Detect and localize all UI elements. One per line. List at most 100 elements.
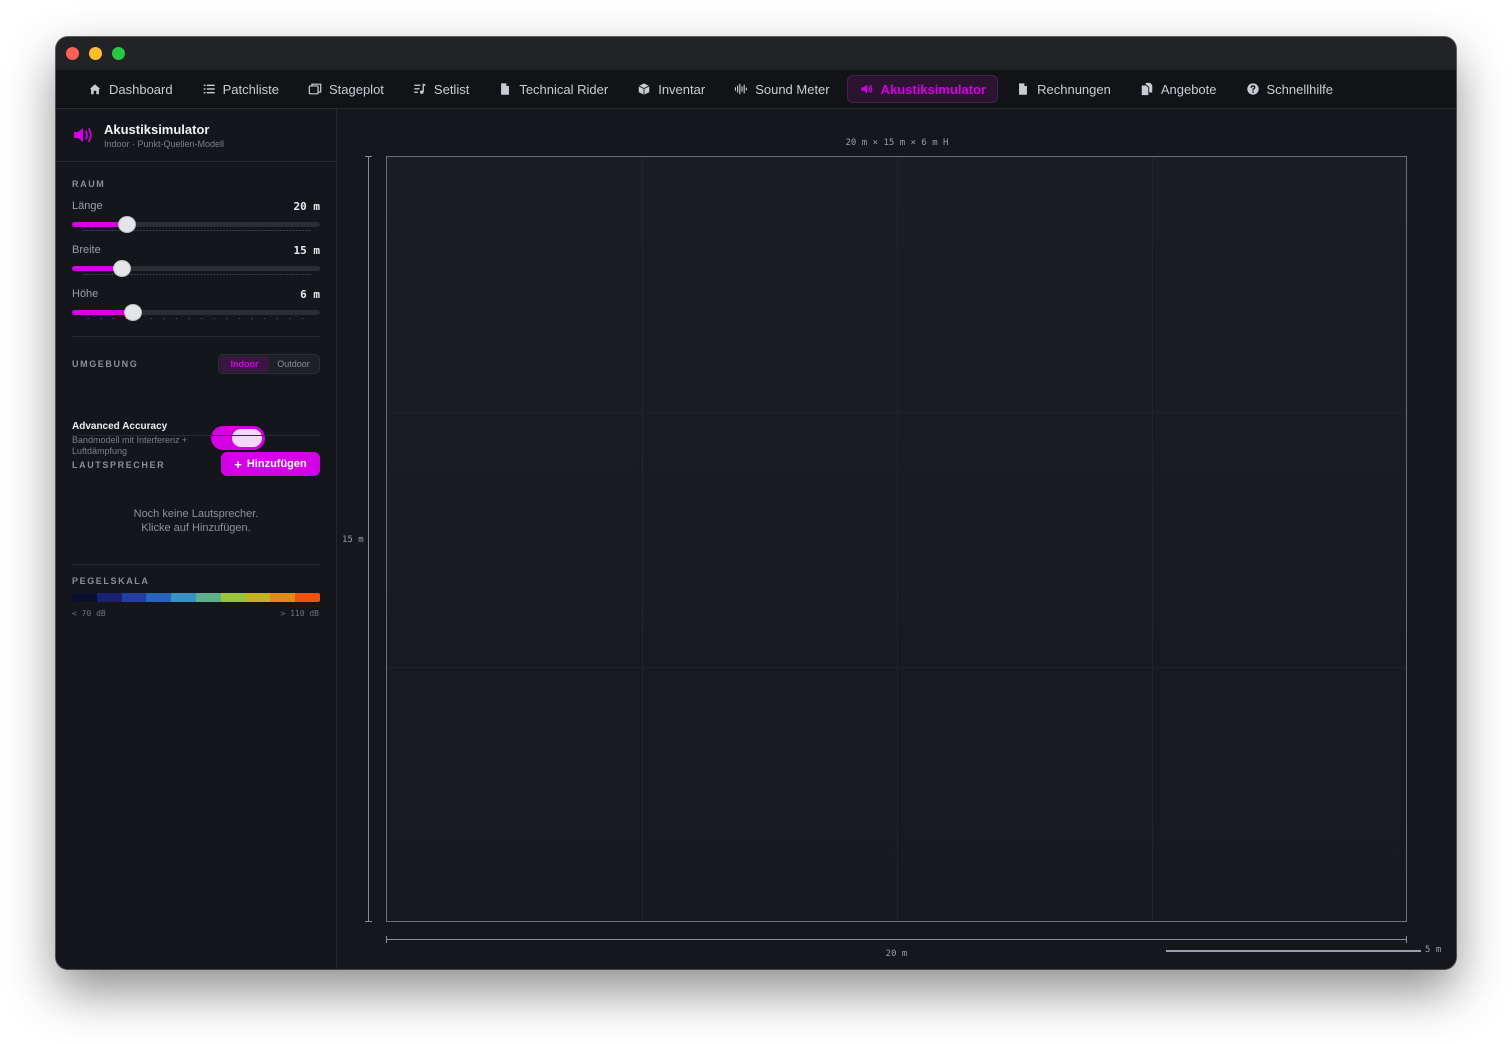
- height-slider-ticks: [82, 318, 312, 319]
- nav-dashboard[interactable]: Dashboard: [76, 75, 184, 103]
- level-color-scale: [72, 593, 320, 602]
- nav-akustiksimulator-label: Akustiksimulator: [880, 81, 987, 97]
- scale-max-label: > 110 dB: [280, 609, 319, 618]
- document-icon: [497, 81, 513, 97]
- scale-color-step: [72, 593, 97, 602]
- nav-technical-rider-label: Technical Rider: [519, 81, 609, 97]
- nav-schnellhilfe-label: Schnellhilfe: [1266, 81, 1334, 97]
- sidebar-title: Akustiksimulator: [104, 122, 210, 137]
- plus-icon: +: [234, 456, 242, 472]
- speakers-section-label: LAUTSPRECHER: [72, 460, 166, 470]
- nav-schnellhilfe[interactable]: Schnellhilfe: [1234, 75, 1345, 103]
- divider: [72, 564, 320, 565]
- grid-line: [897, 157, 898, 921]
- width-dimension-line: [386, 936, 1407, 943]
- length-slider[interactable]: [72, 216, 320, 233]
- box-icon: [636, 81, 652, 97]
- length-slider-ticks: [82, 230, 312, 231]
- divider: [72, 435, 320, 436]
- nav-akustiksimulator[interactable]: Akustiksimulator: [846, 75, 999, 103]
- nav-patchliste[interactable]: Patchliste: [190, 75, 290, 103]
- room-dimensions-label: 20 m × 15 m × 6 m H: [845, 138, 949, 148]
- environment-section-label: UMGEBUNG: [72, 359, 139, 369]
- nav-setlist-label: Setlist: [433, 81, 470, 97]
- advanced-accuracy-title: Advanced Accuracy: [72, 421, 168, 432]
- height-label: Höhe: [72, 288, 99, 300]
- minimize-window-button[interactable]: [89, 47, 102, 60]
- simulation-canvas[interactable]: 20 m × 15 m × 6 m H 15 m 20 m 5 m: [338, 109, 1456, 969]
- grid-line: [387, 412, 1406, 413]
- length-label: Länge: [72, 200, 103, 212]
- nav-rechnungen-label: Rechnungen: [1037, 81, 1111, 97]
- height-dimension-label: 15 m: [342, 535, 364, 545]
- nav-angebote-label: Angebote: [1160, 81, 1217, 97]
- scale-color-step: [171, 593, 196, 602]
- length-value: 20 m: [293, 200, 321, 213]
- nav-inventar-label: Inventar: [658, 81, 706, 97]
- environment-segmented-control: Indoor Outdoor: [218, 354, 320, 374]
- grid-line: [1152, 157, 1153, 921]
- document-icon: [1015, 81, 1031, 97]
- scale-reference-label: 5 m: [1425, 945, 1442, 955]
- scale-color-step: [146, 593, 172, 602]
- sidebar-subtitle: Indoor · Punkt-Quellen-Modell: [104, 139, 225, 149]
- title-bar: [56, 37, 1456, 70]
- sidebar-header: Akustiksimulator Indoor · Punkt-Quellen-…: [56, 109, 336, 162]
- waveform-icon: [733, 81, 749, 97]
- add-speaker-button[interactable]: + Hinzufügen: [221, 452, 320, 476]
- nav-dashboard-label: Dashboard: [109, 81, 173, 97]
- speaker-icon: [859, 81, 875, 97]
- main-nav: Dashboard Patchliste Stageplot Setlist T…: [56, 70, 1456, 109]
- layers-icon: [307, 81, 323, 97]
- app-window: Dashboard Patchliste Stageplot Setlist T…: [56, 37, 1456, 969]
- empty-state-line-1: Noch keine Lautsprecher.: [133, 508, 259, 520]
- scale-color-step: [245, 593, 271, 602]
- width-value: 15 m: [293, 244, 321, 257]
- indoor-option[interactable]: Indoor: [220, 356, 269, 372]
- home-icon: [87, 81, 103, 97]
- nav-sound-meter[interactable]: Sound Meter: [722, 75, 840, 103]
- list-icon: [201, 81, 217, 97]
- height-slider-thumb[interactable]: [124, 304, 142, 321]
- scale-reference-bar: [1166, 950, 1421, 952]
- nav-angebote[interactable]: Angebote: [1128, 75, 1228, 103]
- width-label: Breite: [72, 244, 101, 256]
- nav-setlist[interactable]: Setlist: [401, 75, 480, 103]
- toggle-knob: [232, 429, 262, 447]
- scale-color-step: [195, 593, 221, 602]
- nav-rechnungen[interactable]: Rechnungen: [1004, 75, 1122, 103]
- zoom-window-button[interactable]: [112, 47, 125, 60]
- music-list-icon: [412, 81, 428, 97]
- documents-icon: [1139, 81, 1155, 97]
- speaker-icon: [73, 126, 95, 149]
- width-slider-thumb[interactable]: [113, 260, 131, 277]
- empty-state-line-2: Klicke auf Hinzufügen.: [141, 522, 251, 534]
- advanced-accuracy-toggle[interactable]: [211, 426, 265, 450]
- room-floor-plan[interactable]: [386, 156, 1407, 922]
- advanced-accuracy-description: Bandmodell mit Interferenz + Luftdämpfun…: [72, 435, 188, 456]
- grid-line: [642, 157, 643, 921]
- height-dimension-line: [365, 156, 372, 922]
- close-window-button[interactable]: [66, 47, 79, 60]
- level-scale-section-label: PEGELSKALA: [72, 576, 150, 586]
- height-value: 6 m: [300, 288, 320, 301]
- width-slider[interactable]: [72, 260, 320, 277]
- grid-line: [387, 667, 1406, 668]
- length-slider-thumb[interactable]: [118, 216, 136, 233]
- sidebar: Akustiksimulator Indoor · Punkt-Quellen-…: [56, 109, 337, 969]
- nav-stageplot-label: Stageplot: [328, 81, 384, 97]
- scale-color-step: [270, 593, 296, 602]
- nav-technical-rider[interactable]: Technical Rider: [486, 75, 619, 103]
- scale-color-step: [220, 593, 246, 602]
- scale-min-label: < 70 dB: [72, 609, 106, 618]
- height-slider[interactable]: [72, 304, 320, 321]
- nav-inventar[interactable]: Inventar: [625, 75, 716, 103]
- scale-color-step: [295, 593, 320, 602]
- scale-color-step: [96, 593, 122, 602]
- room-section-label: RAUM: [72, 179, 106, 189]
- nav-stageplot[interactable]: Stageplot: [296, 75, 395, 103]
- divider: [72, 336, 320, 337]
- outdoor-option[interactable]: Outdoor: [269, 356, 318, 372]
- add-speaker-label: Hinzufügen: [246, 458, 307, 470]
- speakers-empty-state: Noch keine Lautsprecher. Klicke auf Hinz…: [72, 507, 320, 535]
